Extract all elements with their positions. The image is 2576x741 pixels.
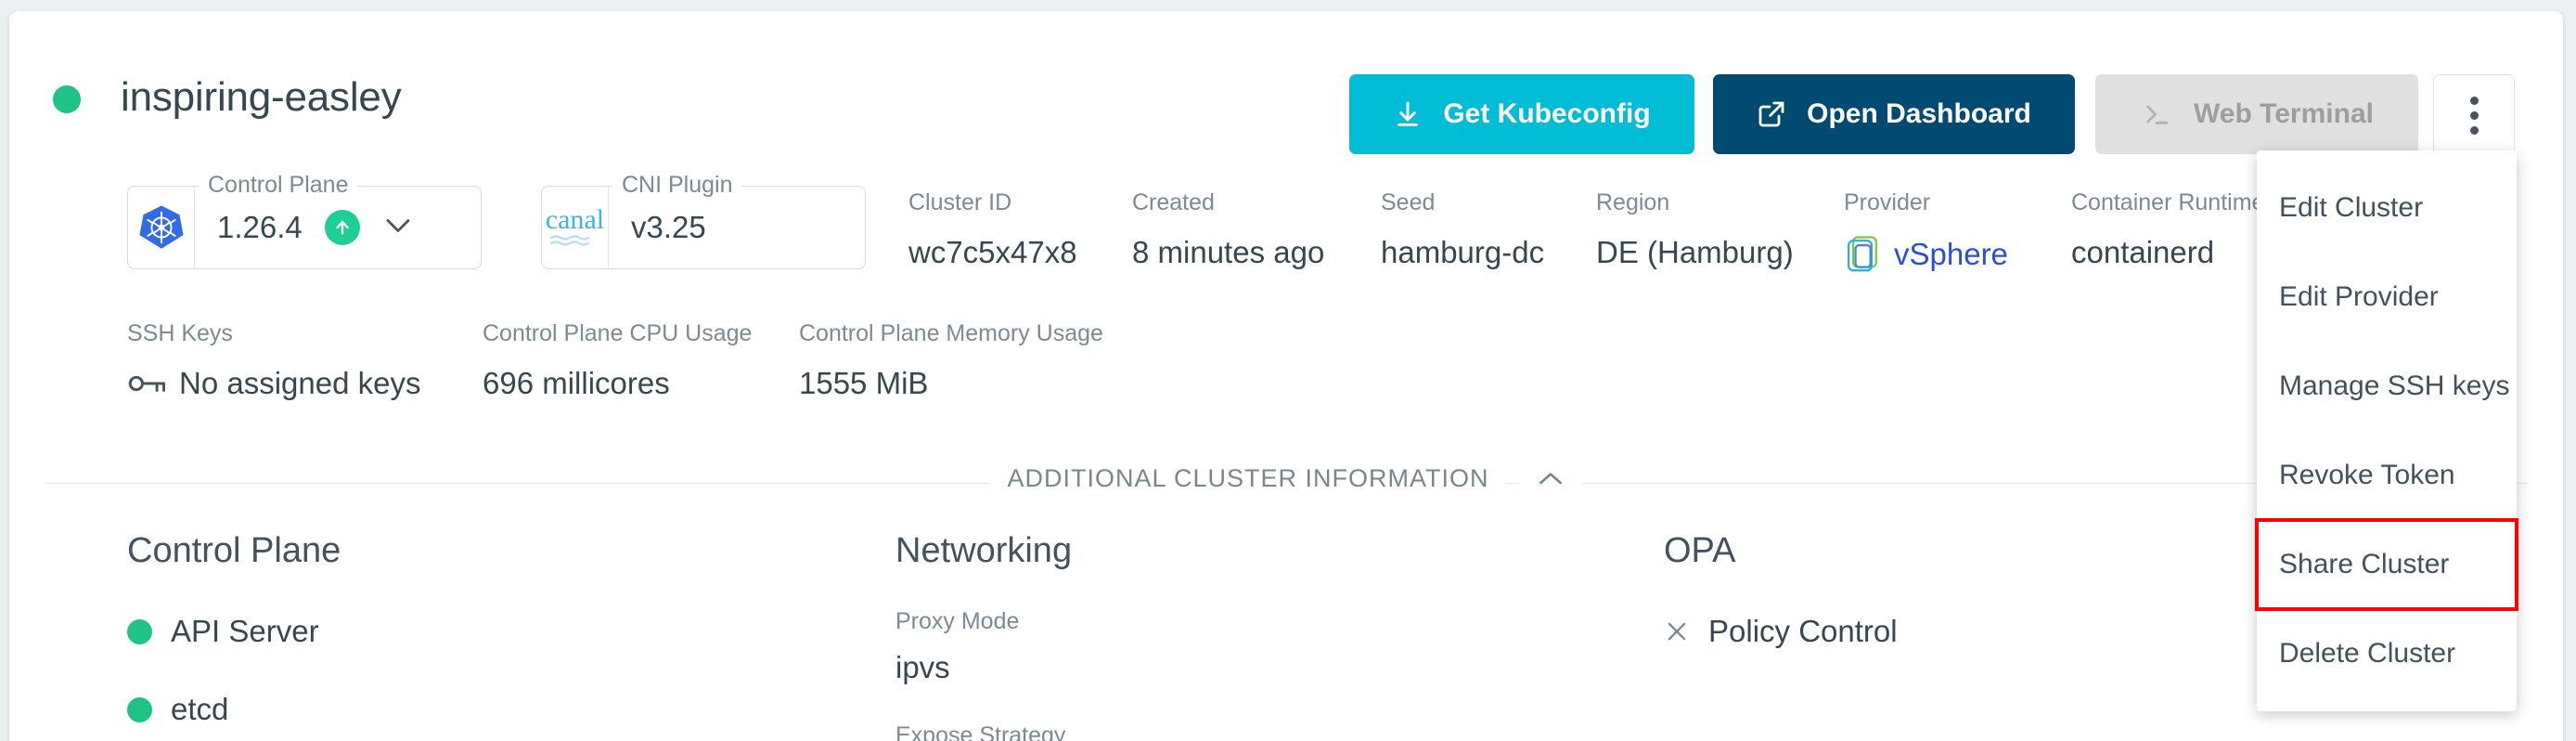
meta-value: wc7c5x47x8: [908, 235, 1077, 270]
control-plane-item-etcd: etcd: [127, 692, 341, 727]
control-plane-column-title: Control Plane: [127, 531, 341, 571]
more-actions-button[interactable]: [2433, 74, 2515, 156]
meta-provider: Provider vSphere: [1844, 189, 2008, 274]
provider-name[interactable]: vSphere: [1894, 237, 2008, 272]
meta-value: 1555 MiB: [799, 366, 1103, 401]
ssh-keys-value: No assigned keys: [179, 366, 420, 401]
meta-label: Region: [1596, 189, 1794, 216]
key-icon: [127, 372, 166, 395]
meta-label: Control Plane CPU Usage: [483, 320, 752, 347]
meta-cpu-usage: Control Plane CPU Usage 696 millicores: [483, 320, 752, 401]
get-kubeconfig-label: Get Kubeconfig: [1443, 98, 1650, 130]
networking-field-expose-strategy: Expose Strategy: [895, 722, 1072, 741]
cluster-details-page: inspiring-easley Get Kubeconfig: [0, 0, 2576, 741]
meta-cluster-id: Cluster ID wc7c5x47x8: [908, 189, 1077, 270]
meta-value: hamburg-dc: [1381, 235, 1544, 270]
upgrade-available-icon[interactable]: [325, 210, 360, 245]
opa-column: OPA Policy Control: [1664, 531, 1898, 649]
meta-value-wrap: vSphere: [1844, 235, 2008, 274]
status-dot-green: [127, 697, 152, 722]
control-plane-item-api-server: API Server: [127, 614, 341, 649]
meta-label: Seed: [1381, 189, 1544, 216]
meta-ssh-keys: SSH Keys No assigned keys: [127, 320, 420, 401]
networking-column-title: Networking: [895, 531, 1072, 571]
opa-item-policy-control: Policy Control: [1664, 614, 1898, 649]
opa-column-title: OPA: [1664, 531, 1898, 571]
cluster-status-dot: [53, 85, 81, 113]
meta-label: Cluster ID: [908, 189, 1077, 216]
web-terminal-button[interactable]: Web Terminal: [2095, 74, 2418, 154]
meta-region: Region DE (Hamburg): [1596, 189, 1794, 270]
meta-label: Container Runtime: [2071, 189, 2264, 216]
menu-item-manage-ssh-keys[interactable]: Manage SSH keys: [2257, 342, 2517, 431]
meta-seed: Seed hamburg-dc: [1381, 189, 1544, 270]
kubernetes-icon: [128, 187, 195, 268]
external-link-icon: [1757, 99, 1786, 129]
menu-item-edit-cluster[interactable]: Edit Cluster: [2257, 163, 2517, 253]
status-dot-green: [127, 619, 152, 644]
field-value: ipvs: [895, 650, 1072, 685]
meta-label: Control Plane Memory Usage: [799, 320, 1103, 347]
open-dashboard-button[interactable]: Open Dashboard: [1713, 74, 2075, 154]
cni-plugin-version-value: v3.25: [631, 210, 706, 245]
meta-value: DE (Hamburg): [1596, 235, 1794, 270]
web-terminal-label: Web Terminal: [2194, 98, 2374, 130]
menu-item-delete-cluster[interactable]: Delete Cluster: [2257, 609, 2517, 698]
field-label: Expose Strategy: [895, 722, 1072, 741]
menu-item-share-cluster[interactable]: Share Cluster: [2257, 520, 2517, 609]
meta-value-wrap: No assigned keys: [127, 366, 420, 401]
cni-plugin-legend: CNI Plugin: [612, 172, 742, 199]
item-label: API Server: [171, 614, 319, 649]
networking-field-proxy-mode: Proxy Mode ipvs: [895, 608, 1072, 685]
open-dashboard-label: Open Dashboard: [1807, 98, 2031, 130]
networking-column: Networking Proxy Mode ipvs Expose Strate…: [895, 531, 1072, 741]
item-label: etcd: [171, 692, 228, 727]
meta-label: Provider: [1844, 189, 2008, 216]
meta-value: 696 millicores: [483, 366, 752, 401]
control-plane-version-box[interactable]: Control Plane: [127, 186, 482, 269]
section-title-text: ADDITIONAL CLUSTER INFORMATION: [990, 464, 1505, 493]
chevron-up-icon[interactable]: [1519, 470, 1582, 488]
menu-item-edit-provider[interactable]: Edit Provider: [2257, 253, 2517, 342]
control-plane-version-legend: Control Plane: [199, 172, 357, 199]
canal-logo: canal: [542, 187, 609, 268]
kebab-dot: [2470, 97, 2479, 105]
vsphere-icon: [1844, 235, 1881, 274]
download-icon: [1393, 98, 1423, 130]
meta-label: SSH Keys: [127, 320, 420, 347]
cluster-name: inspiring-easley: [121, 74, 402, 121]
field-label: Proxy Mode: [895, 608, 1072, 635]
meta-value: 8 minutes ago: [1132, 235, 1324, 270]
meta-value: containerd: [2071, 235, 2264, 270]
meta-label: Created: [1132, 189, 1324, 216]
x-icon: [1664, 618, 1690, 644]
meta-memory-usage: Control Plane Memory Usage 1555 MiB: [799, 320, 1103, 401]
menu-item-revoke-token[interactable]: Revoke Token: [2257, 431, 2517, 520]
additional-cluster-information-toggle[interactable]: ADDITIONAL CLUSTER INFORMATION: [9, 464, 2563, 493]
meta-container-runtime: Container Runtime containerd: [2071, 189, 2264, 270]
chevron-down-icon[interactable]: [382, 215, 414, 240]
cluster-summary-card: inspiring-easley Get Kubeconfig: [9, 11, 2563, 741]
meta-created: Created 8 minutes ago: [1132, 189, 1324, 270]
kebab-dot: [2470, 126, 2479, 135]
canal-logo-text: canal: [546, 206, 604, 234]
control-plane-version-value: 1.26.4: [217, 210, 303, 245]
control-plane-column: Control Plane API Server etcd: [127, 531, 341, 727]
item-label: Policy Control: [1708, 614, 1898, 649]
cluster-actions-menu: Edit Cluster Edit Provider Manage SSH ke…: [2257, 150, 2517, 711]
get-kubeconfig-button[interactable]: Get Kubeconfig: [1349, 74, 1694, 154]
kebab-dot: [2470, 111, 2479, 120]
cni-plugin-version-box[interactable]: CNI Plugin canal v3.25: [541, 186, 866, 269]
terminal-prompt-icon: [2140, 99, 2173, 129]
